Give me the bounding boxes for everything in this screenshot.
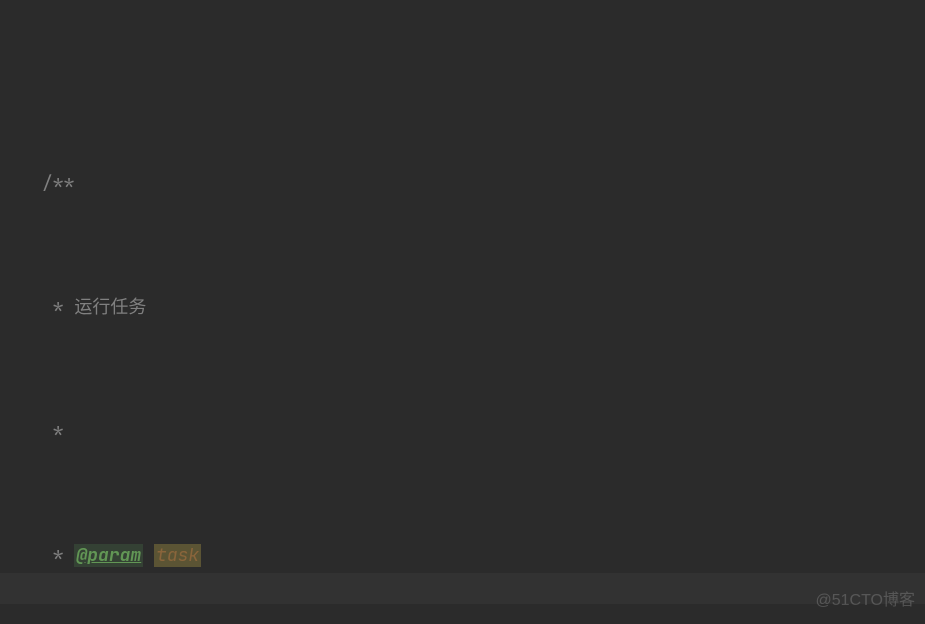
code-editor[interactable]: /** * 运行任务 * * @param task * @return */ … [0,0,925,624]
javadoc-param-tag: @param [74,544,143,567]
javadoc-star: * [42,420,64,443]
current-line-highlight [0,573,925,604]
code-line: * 运行任务 [42,292,925,323]
watermark: @51CTO博客 [815,585,915,616]
javadoc-open: /** [42,172,74,195]
javadoc-star: * [42,296,74,319]
javadoc-param-name: task [154,544,201,567]
code-line: * @param task [42,540,925,571]
code-line: /** [42,168,925,199]
code-line: * [42,416,925,447]
code-block: /** * 运行任务 * * @param task * @return */ … [0,0,925,624]
javadoc-star: * [42,544,74,567]
javadoc-description: 运行任务 [74,296,146,319]
